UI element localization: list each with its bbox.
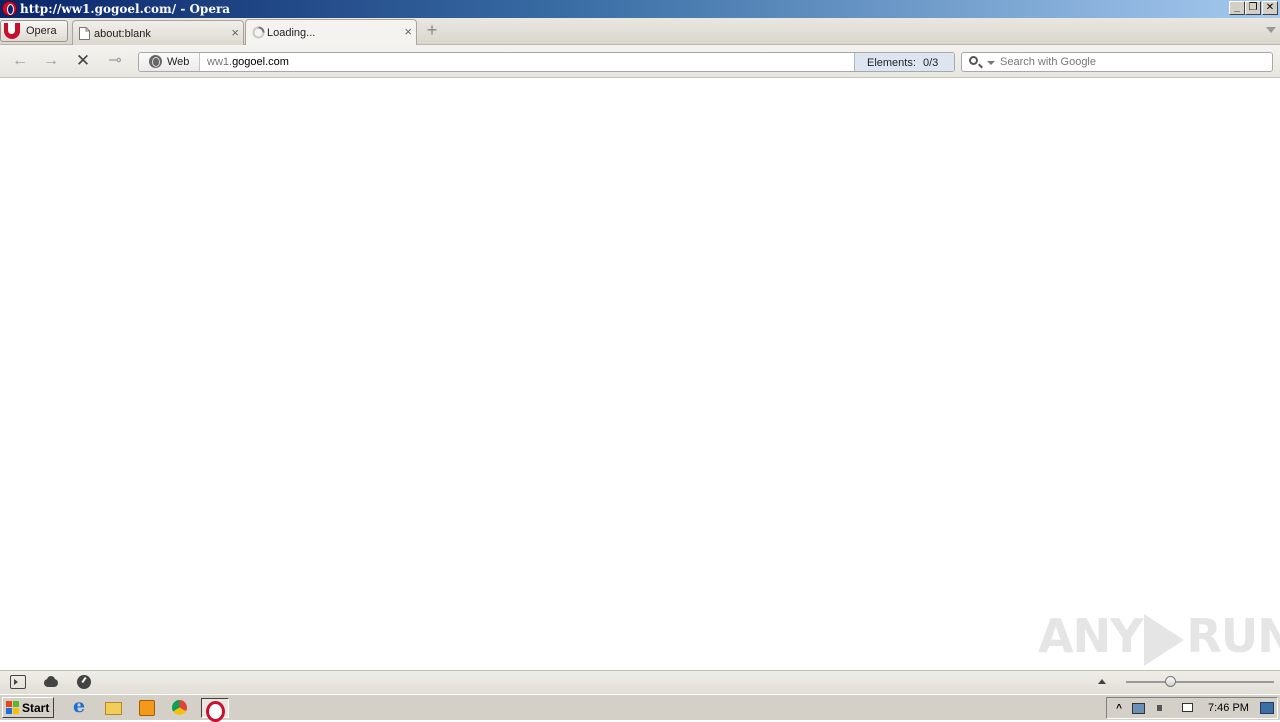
close-window-button[interactable]: ✕ (1262, 1, 1278, 15)
explorer-icon[interactable] (102, 698, 124, 718)
opera-icon[interactable] (201, 698, 229, 722)
show-desktop-icon[interactable] (1260, 702, 1274, 714)
stop-loading-icon[interactable]: ✕ (73, 52, 93, 70)
opera-window: http://ww1.gogoel.com/ - Opera _ ❐ ✕ Ope… (0, 0, 1280, 722)
page-content[interactable]: ANY RUN (0, 79, 1280, 670)
zoom-slider-thumb[interactable] (1164, 676, 1176, 687)
window-title: http://ww1.gogoel.com/ - Opera (20, 2, 231, 16)
zoom-slider-track[interactable] (1126, 681, 1274, 683)
tab-bar: Opera about:blank × Loading... × + (0, 18, 1280, 46)
search-icon (969, 56, 978, 65)
address-bar[interactable]: Web ww1.gogoel.com Elements: 0/3 (138, 52, 955, 72)
action-center-flag-icon[interactable] (1179, 702, 1193, 715)
network-icon[interactable] (1131, 702, 1145, 715)
speedometer-icon[interactable] (77, 675, 91, 689)
tab-close-icon[interactable]: × (231, 26, 239, 39)
web-mode-button[interactable]: Web (139, 53, 200, 71)
key-icon[interactable]: ⊸ (105, 52, 125, 70)
volume-icon[interactable] (1155, 702, 1169, 715)
clock[interactable]: 7:46 PM (1208, 702, 1249, 714)
globe-icon (149, 55, 162, 68)
ie-icon[interactable] (70, 695, 92, 718)
panel-toggle-icon[interactable] (10, 675, 26, 689)
opera-logo-icon (2, 1, 17, 16)
elements-label: Elements: (867, 57, 916, 69)
play-icon (1144, 613, 1185, 666)
loading-progress-elements: Elements: 0/3 (854, 53, 954, 71)
opera-o-icon (4, 23, 20, 39)
restore-button[interactable]: ❐ (1245, 1, 1261, 15)
anyrun-watermark: ANY RUN (1038, 609, 1280, 669)
zoom-menu-up-icon[interactable] (1098, 679, 1106, 684)
minimize-button[interactable]: _ (1229, 1, 1245, 15)
windows-flag-icon (6, 701, 19, 714)
search-box[interactable] (961, 52, 1273, 72)
system-tray: ^ 7:46 PM (1106, 697, 1278, 719)
url-text[interactable]: ww1.gogoel.com (207, 56, 289, 68)
tab-about-blank[interactable]: about:blank × (72, 20, 244, 45)
loading-spinner-icon (252, 26, 265, 39)
web-mode-label: Web (167, 56, 190, 68)
tab-close-icon[interactable]: × (404, 25, 412, 38)
elements-count: 0/3 (923, 57, 939, 69)
url-domain: gogoel.com (232, 56, 289, 68)
opera-menu-label: Opera (26, 25, 57, 37)
taskbar: Start ^ 7:46 PM (0, 694, 1280, 722)
tab-list-chevron-down-icon[interactable] (1266, 27, 1276, 33)
forward-arrow-icon[interactable]: → (41, 52, 61, 70)
watermark-right: RUN (1186, 609, 1280, 663)
tab-loading[interactable]: Loading... × (245, 19, 417, 46)
cloud-icon[interactable] (43, 675, 59, 689)
show-hidden-icons-chevron-up-icon[interactable]: ^ (1112, 702, 1126, 715)
media-player-icon[interactable] (136, 698, 158, 718)
url-subdomain: ww1. (207, 56, 233, 68)
opera-menu-button[interactable]: Opera (0, 20, 68, 42)
new-tab-plus-icon[interactable]: + (424, 21, 440, 39)
chrome-icon[interactable] (169, 698, 191, 718)
search-engine-chevron-down-icon[interactable] (987, 61, 995, 65)
watermark-left: ANY (1038, 609, 1143, 663)
back-arrow-icon[interactable]: ← (10, 52, 30, 70)
page-icon (79, 27, 90, 40)
title-bar[interactable]: http://ww1.gogoel.com/ - Opera _ ❐ ✕ (0, 0, 1280, 18)
tab-label: about:blank (94, 28, 151, 40)
search-input[interactable] (1000, 54, 1268, 70)
status-bar (0, 670, 1280, 694)
tab-label: Loading... (267, 27, 316, 39)
start-label: Start (22, 701, 50, 715)
start-button[interactable]: Start (2, 697, 54, 718)
navigation-bar: ← → ✕ ⊸ Web ww1.gogoel.com Elements: 0/3 (0, 45, 1280, 78)
